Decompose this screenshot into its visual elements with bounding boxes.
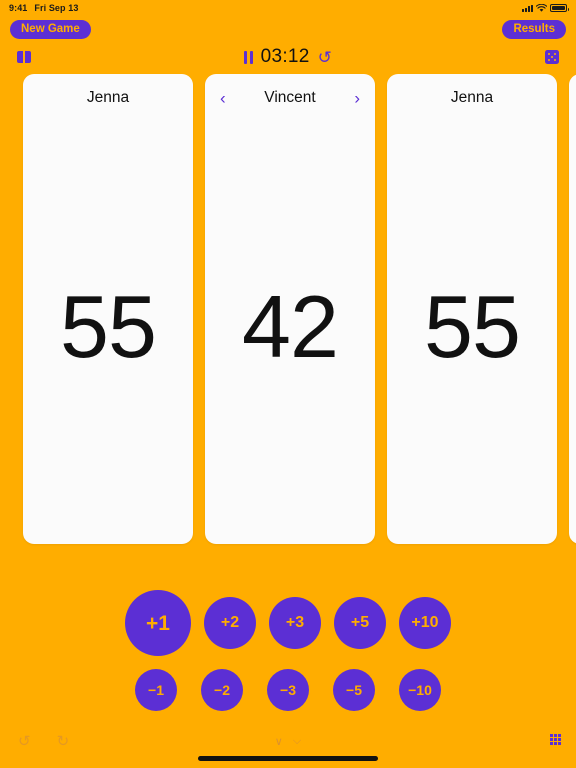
battery-icon bbox=[550, 4, 569, 12]
player-card-header: Jenna bbox=[387, 86, 557, 110]
timer-group: 03:12 ↺ bbox=[87, 46, 489, 68]
chevron-down-icon[interactable]: ∨ bbox=[275, 735, 283, 748]
wifi-icon bbox=[536, 3, 547, 12]
score-minus-1-button[interactable]: −1 bbox=[135, 669, 177, 711]
previous-player-button[interactable]: ‹ bbox=[218, 90, 228, 107]
player-card[interactable]: Jenna 55 bbox=[387, 74, 557, 544]
dice-icon bbox=[545, 50, 559, 64]
score-minus-10-button[interactable]: −10 bbox=[399, 669, 441, 711]
score-button-pad: +1 +2 +3 +5 +10 −1 −2 −3 −5 −10 bbox=[0, 585, 576, 725]
new-game-button[interactable]: New Game bbox=[10, 19, 91, 40]
redo-button[interactable]: ↻ bbox=[57, 734, 70, 749]
pause-button[interactable] bbox=[244, 50, 253, 64]
pause-icon bbox=[244, 50, 253, 64]
player-score: 55 bbox=[60, 277, 157, 376]
player-card-header bbox=[569, 86, 576, 110]
rules-book-button[interactable] bbox=[17, 51, 31, 63]
player-card-partial[interactable] bbox=[569, 74, 576, 544]
player-card-active[interactable]: ‹ Vincent › 42 bbox=[205, 74, 375, 544]
player-name: Jenna bbox=[86, 89, 130, 106]
timer-display: 03:12 bbox=[260, 46, 310, 67]
status-bar-time: 9:41 bbox=[9, 3, 28, 13]
cellular-signal-icon bbox=[522, 4, 533, 12]
player-card-header: Jenna bbox=[23, 86, 193, 110]
score-minus-5-button[interactable]: −5 bbox=[333, 669, 375, 711]
dice-button[interactable] bbox=[545, 50, 559, 64]
toolbar-right bbox=[489, 50, 559, 64]
reset-timer-button[interactable]: ↺ bbox=[318, 49, 332, 66]
player-name: Jenna bbox=[450, 89, 494, 106]
status-bar: 9:41 Fri Sep 13 bbox=[0, 0, 576, 16]
reset-icon: ↺ bbox=[317, 47, 332, 67]
decrement-button-row: −1 −2 −3 −5 −10 bbox=[0, 661, 576, 719]
player-score: 42 bbox=[242, 277, 339, 376]
score-plus-10-button[interactable]: +10 bbox=[399, 597, 451, 649]
score-plus-3-button[interactable]: +3 bbox=[269, 597, 321, 649]
game-toolbar: 03:12 ↺ bbox=[0, 43, 576, 71]
player-cards-row[interactable]: Jenna 55 ‹ Vincent › 42 Jenna 55 bbox=[0, 74, 576, 544]
player-score: 55 bbox=[424, 277, 521, 376]
keyboard-dismiss-icon[interactable] bbox=[550, 734, 561, 745]
top-nav-bar: New Game Results bbox=[0, 17, 576, 42]
score-plus-1-button[interactable]: +1 bbox=[125, 590, 191, 656]
results-button[interactable]: Results bbox=[502, 19, 566, 40]
keyboard-accessory-bar: ↺ ↻ ∨ ⌵ bbox=[0, 726, 576, 768]
keyboard-dismiss-group bbox=[550, 734, 561, 745]
player-name: Vincent bbox=[264, 89, 316, 106]
undo-redo-group: ↺ ↻ bbox=[18, 734, 69, 749]
book-icon bbox=[17, 51, 31, 63]
next-player-button[interactable]: › bbox=[352, 90, 362, 107]
undo-button[interactable]: ↺ bbox=[18, 734, 31, 749]
format-group: ∨ ⌵ bbox=[275, 735, 301, 748]
scoreboard-app: 9:41 Fri Sep 13 New Game Results 03:12 ↺… bbox=[0, 0, 576, 768]
score-plus-2-button[interactable]: +2 bbox=[204, 597, 256, 649]
player-card-header: ‹ Vincent › bbox=[205, 86, 375, 110]
status-bar-date: Fri Sep 13 bbox=[34, 3, 79, 13]
score-plus-5-button[interactable]: +5 bbox=[334, 597, 386, 649]
toolbar-left bbox=[17, 51, 87, 63]
paste-icon[interactable]: ⌵ bbox=[293, 735, 301, 748]
score-minus-3-button[interactable]: −3 bbox=[267, 669, 309, 711]
status-bar-indicators bbox=[522, 3, 569, 13]
home-indicator[interactable] bbox=[198, 756, 378, 761]
player-card[interactable]: Jenna 55 bbox=[23, 74, 193, 544]
increment-button-row: +1 +2 +3 +5 +10 bbox=[0, 585, 576, 661]
score-minus-2-button[interactable]: −2 bbox=[201, 669, 243, 711]
